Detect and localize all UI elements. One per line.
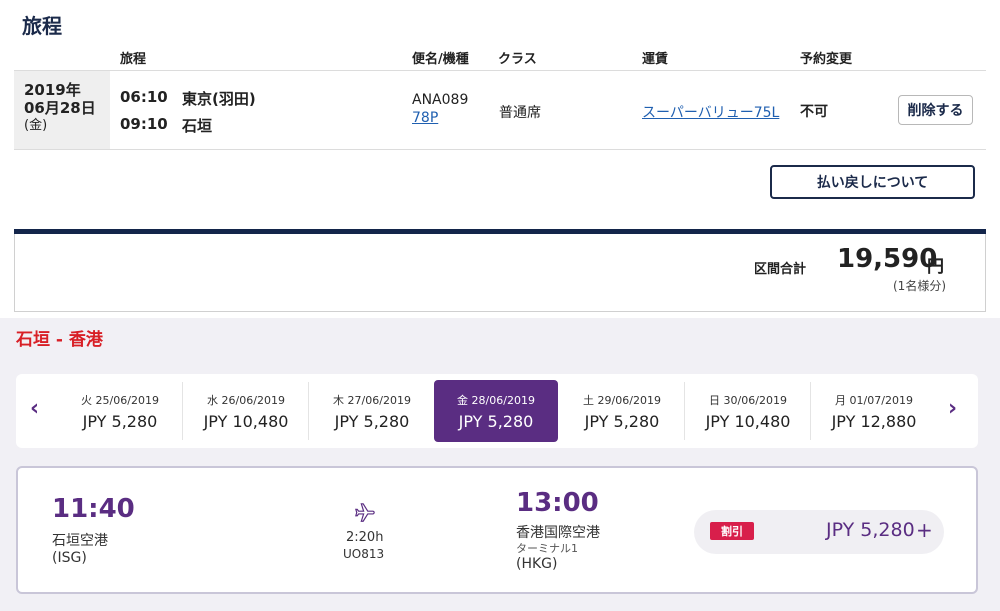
arrival-city: 石垣 — [182, 117, 213, 135]
total-note: (1名様分) — [893, 279, 946, 293]
date-option-price: JPY 10,480 — [203, 411, 289, 431]
date-option-price: JPY 12,880 — [831, 411, 917, 431]
date-option-label: 日 30/06/2019 — [709, 393, 787, 407]
date-year: 2019年 — [24, 81, 81, 99]
date-selector: ‹ 火 25/06/2019 JPY 5,280 水 26/06/2019 JP… — [16, 374, 978, 448]
date-option[interactable]: 水 26/06/2019 JPY 10,480 — [184, 380, 308, 442]
cabin-class: 普通席 — [499, 105, 541, 121]
itinerary-row: 2019年 06月28日 (金) 06:10 東京(羽田) 09:10 石垣 A… — [14, 71, 986, 150]
flight-departure-time: 11:40 — [52, 494, 135, 524]
flight-arrival-code: (HKG) — [516, 556, 558, 572]
date-option[interactable]: 土 29/06/2019 JPY 5,280 — [560, 380, 684, 442]
date-option-price: JPY 5,280 — [82, 411, 158, 431]
col-head-class: クラス — [498, 52, 537, 67]
date-option-selected[interactable]: 金 28/06/2019 JPY 5,280 — [434, 380, 558, 442]
departure-city: 東京(羽田) — [182, 90, 256, 108]
date-option-label: 土 29/06/2019 — [583, 393, 661, 407]
col-head-fare: 運賃 — [642, 52, 669, 67]
route-title: 石垣 - 香港 — [16, 330, 103, 350]
refund-info-button[interactable]: 払い戻しについて — [770, 165, 975, 199]
aircraft-link[interactable]: 78P — [412, 110, 438, 126]
total-label: 区間合計 — [754, 262, 807, 277]
next-date-arrow-icon[interactable]: › — [948, 396, 957, 421]
flight-arrival-airport: 香港国際空港 — [516, 525, 600, 541]
flight-duration: 2:20h — [346, 530, 384, 545]
flight-arrival-time: 13:00 — [516, 488, 599, 518]
date-option-price: JPY 5,280 — [334, 411, 410, 431]
total-unit: 円 — [927, 257, 944, 277]
arrival-time: 09:10 — [120, 115, 168, 133]
fare-price: JPY 5,280 — [826, 519, 915, 541]
flight-number: ANA089 — [412, 92, 469, 108]
flight-departure-airport: 石垣空港 — [52, 533, 108, 549]
flight-result-card[interactable]: 11:40 石垣空港 (ISG) 2:20h UO813 13:00 香港国際空… — [16, 466, 978, 594]
flight-departure-code: (ISG) — [52, 550, 87, 566]
date-divider — [684, 382, 685, 440]
delete-button[interactable]: 削除する — [898, 95, 973, 125]
date-month-day: 06月28日 — [24, 99, 96, 117]
plus-icon: + — [916, 518, 933, 542]
date-option-label: 水 26/06/2019 — [207, 393, 285, 407]
date-option[interactable]: 火 25/06/2019 JPY 5,280 — [58, 380, 182, 442]
flight-search-section: 石垣 - 香港 ‹ 火 25/06/2019 JPY 5,280 水 26/06… — [0, 318, 1000, 611]
date-option[interactable]: 月 01/07/2019 JPY 12,880 — [812, 380, 936, 442]
fare-select-button[interactable]: 割引 JPY 5,280 + — [694, 510, 944, 554]
date-option-label: 月 01/07/2019 — [835, 393, 913, 407]
date-option-label: 木 27/06/2019 — [333, 393, 411, 407]
date-option-price: JPY 5,280 — [458, 411, 534, 431]
change-status: 不可 — [800, 104, 828, 120]
prev-date-arrow-icon[interactable]: ‹ — [30, 396, 39, 421]
flight-number-result: UO813 — [343, 547, 385, 561]
date-weekday: (金) — [24, 118, 48, 133]
col-head-flight: 便名/機種 — [412, 52, 469, 67]
date-option-price: JPY 10,480 — [705, 411, 791, 431]
date-option-price: JPY 5,280 — [584, 411, 660, 431]
col-head-change: 予約変更 — [800, 52, 853, 67]
date-option-label: 火 25/06/2019 — [81, 393, 159, 407]
date-divider — [182, 382, 183, 440]
col-head-route: 旅程 — [120, 52, 147, 67]
fare-rule-link[interactable]: スーパーバリュー75L — [642, 102, 779, 122]
airplane-icon — [355, 503, 375, 522]
date-cell: 2019年 06月28日 (金) — [14, 71, 110, 149]
itinerary-title: 旅程 — [22, 14, 62, 38]
date-divider — [810, 382, 811, 440]
date-option-label: 金 28/06/2019 — [457, 393, 535, 407]
total-amount: 19,590 — [837, 244, 938, 274]
total-box: 区間合計 19,590 円 (1名様分) — [14, 234, 986, 312]
departure-time: 06:10 — [120, 88, 168, 106]
flight-arrival-terminal: ターミナル1 — [516, 542, 578, 555]
discount-badge: 割引 — [710, 522, 754, 540]
date-option[interactable]: 日 30/06/2019 JPY 10,480 — [686, 380, 810, 442]
date-option[interactable]: 木 27/06/2019 JPY 5,280 — [310, 380, 434, 442]
date-divider — [308, 382, 309, 440]
